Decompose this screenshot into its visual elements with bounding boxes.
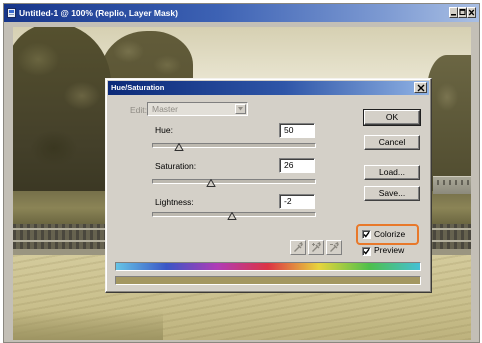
colorize-label[interactable]: Colorize — [374, 229, 405, 239]
edit-label: Edit: — [130, 105, 148, 115]
hue-spectrum-bar — [115, 262, 421, 271]
colorize-highlight: Colorize — [356, 224, 419, 245]
eyedropper-plus-icon — [312, 242, 321, 252]
close-icon — [417, 84, 425, 92]
dialog-title-bar[interactable]: Hue/Saturation — [108, 81, 429, 95]
lightness-value-field[interactable]: -2 — [279, 194, 315, 209]
load-button[interactable]: Load... — [364, 165, 420, 180]
check-icon — [363, 231, 370, 238]
lightness-label: Lightness: — [155, 197, 194, 207]
preview-checkbox[interactable] — [362, 247, 371, 256]
maximize-icon — [459, 9, 466, 15]
eyedropper-icon — [294, 242, 303, 252]
window-title-bar[interactable]: Untitled-1 @ 100% (Replio, Layer Mask) — [4, 4, 479, 22]
edit-channel-dropdown[interactable]: Master — [147, 102, 248, 116]
ok-button[interactable]: OK — [363, 109, 421, 126]
dialog-close-button[interactable] — [414, 82, 427, 93]
dropdown-arrow-button[interactable] — [235, 104, 246, 114]
close-icon — [468, 9, 475, 16]
foreground-grass — [13, 311, 163, 340]
document-icon — [7, 8, 16, 18]
lightness-slider[interactable] — [152, 212, 316, 220]
check-icon — [363, 248, 370, 255]
preview-label[interactable]: Preview — [374, 245, 404, 255]
saturation-slider[interactable] — [152, 179, 316, 187]
hue-saturation-dialog: Hue/Saturation Edit: Master Hue: 50 Satu… — [105, 78, 432, 293]
colorized-result-bar — [115, 276, 421, 285]
edit-channel-value: Master — [152, 104, 178, 114]
eyedropper-button[interactable] — [290, 240, 306, 255]
cancel-button[interactable]: Cancel — [364, 135, 420, 150]
save-button[interactable]: Save... — [364, 186, 420, 201]
minimize-button[interactable] — [449, 7, 458, 18]
maximize-button[interactable] — [458, 7, 467, 18]
hue-value-field[interactable]: 50 — [279, 123, 315, 138]
saturation-slider-thumb[interactable] — [206, 179, 216, 187]
hue-slider[interactable] — [152, 143, 316, 151]
window-title: Untitled-1 @ 100% (Replio, Layer Mask) — [19, 8, 178, 18]
dialog-title: Hue/Saturation — [111, 83, 165, 92]
saturation-label: Saturation: — [155, 161, 197, 171]
eyedropper-minus-icon — [330, 242, 339, 252]
eyedropper-minus-button[interactable] — [326, 240, 342, 255]
lightness-slider-thumb[interactable] — [227, 212, 237, 220]
train — [433, 176, 471, 194]
colorize-checkbox[interactable] — [362, 230, 371, 239]
hue-slider-thumb[interactable] — [174, 143, 184, 151]
tree-line-right — [427, 55, 471, 195]
chevron-down-icon — [238, 107, 243, 111]
minimize-icon — [451, 14, 456, 16]
saturation-value-field[interactable]: 26 — [279, 158, 315, 173]
eyedropper-plus-button[interactable] — [308, 240, 324, 255]
hue-label: Hue: — [155, 125, 173, 135]
close-window-button[interactable] — [467, 7, 476, 18]
